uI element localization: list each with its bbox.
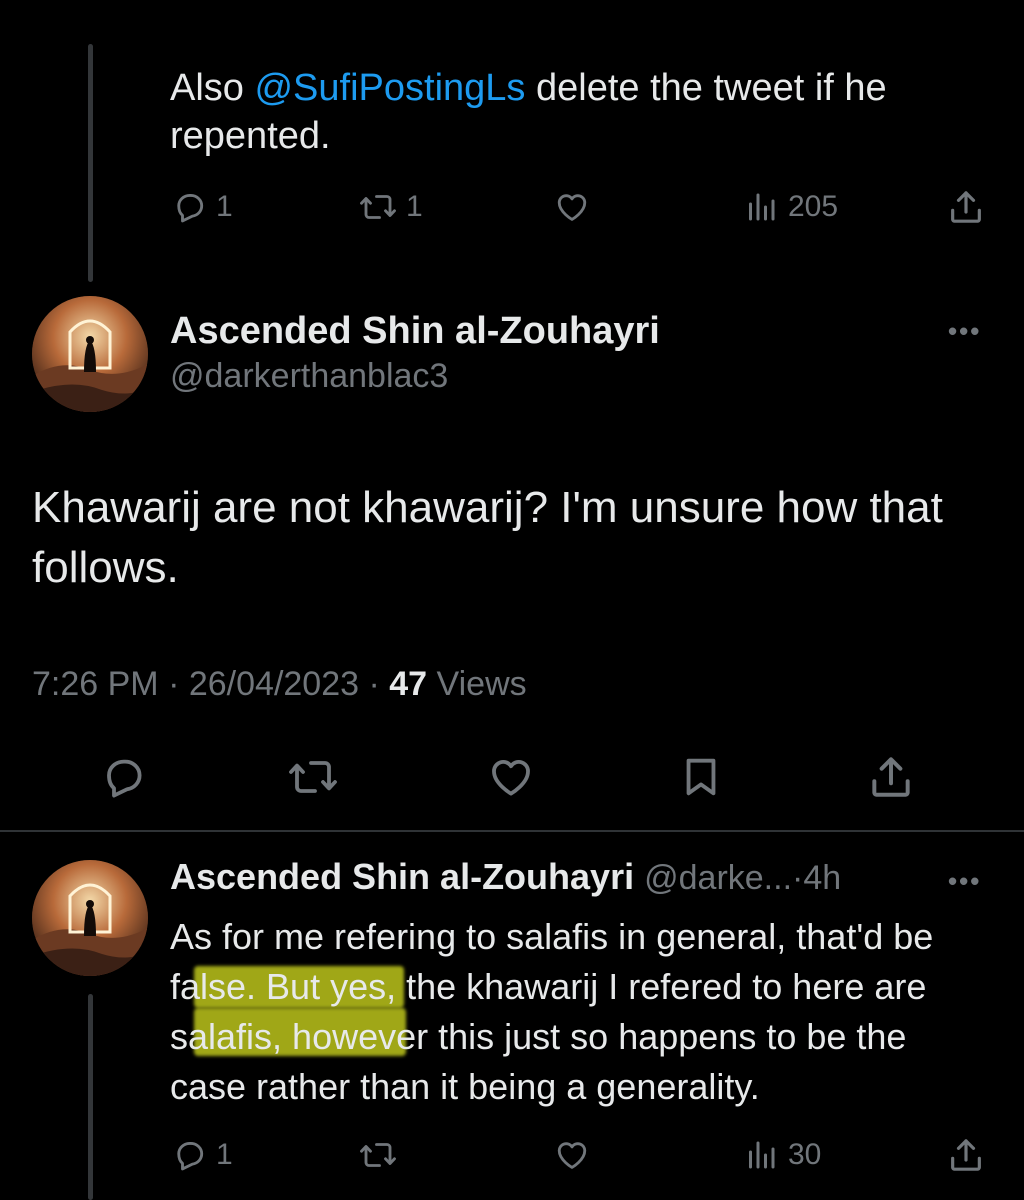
bookmark-icon [678, 753, 724, 801]
like-button[interactable] [553, 182, 591, 232]
retweet-icon [286, 753, 340, 801]
previous-tweet-text-before: Also [170, 67, 255, 109]
reply-button[interactable]: 1 [172, 1130, 233, 1180]
views-count: 47 [389, 665, 428, 703]
reply-icon [100, 753, 148, 801]
views-button[interactable]: 205 [742, 182, 838, 232]
meta-separator: · [168, 665, 180, 703]
bookmark-button[interactable] [678, 752, 724, 802]
views-count: 30 [788, 1138, 822, 1171]
reply-icon [172, 189, 208, 225]
reply-count: 1 [216, 190, 233, 223]
tweet-date[interactable]: 26/04/2023 [189, 665, 359, 703]
retweet-button[interactable] [286, 752, 340, 802]
views-count: 205 [788, 190, 839, 223]
like-button[interactable] [486, 752, 536, 802]
reply-tweet-header[interactable]: Ascended Shin al-Zouhayri @darke...·4h [170, 856, 841, 898]
reply-button[interactable] [100, 752, 148, 802]
more-icon[interactable]: ••• [948, 866, 981, 897]
author-handle[interactable]: @darke... [644, 859, 792, 897]
thread-connector-top [88, 44, 93, 282]
share-button[interactable] [866, 752, 916, 802]
avatar[interactable] [32, 860, 148, 976]
author-display-name[interactable]: Ascended Shin al-Zouhayri [170, 856, 634, 897]
mention-link[interactable]: @SufiPostingLs [254, 67, 525, 109]
previous-tweet-text: Also @SufiPostingLs delete the tweet if … [170, 64, 990, 160]
tweet-thread-view: Also @SufiPostingLs delete the tweet if … [0, 0, 1024, 1200]
views-icon [742, 1137, 780, 1173]
like-icon [486, 753, 536, 801]
share-icon [866, 752, 916, 802]
share-button[interactable] [946, 1130, 986, 1180]
retweet-icon [358, 189, 398, 225]
avatar[interactable] [32, 296, 148, 412]
previous-tweet-actions: 1 1 205 [0, 182, 1024, 232]
tweet-time-ago[interactable]: 4h [803, 859, 841, 897]
main-tweet-meta: 7:26 PM · 26/04/2023 · 47 Views [32, 665, 527, 704]
main-tweet-actions [0, 752, 1024, 802]
main-tweet-text: Khawarij are not khawarij? I'm unsure ho… [32, 483, 943, 592]
retweet-button[interactable]: 1 [358, 182, 423, 232]
like-button[interactable] [553, 1130, 591, 1180]
tweet-time[interactable]: 7:26 PM [32, 665, 159, 703]
meta-separator: · [368, 665, 380, 703]
share-button[interactable] [946, 182, 986, 232]
share-icon [946, 187, 986, 227]
reply-tweet-text: As for me refering to salafis in general… [170, 916, 934, 1107]
divider [0, 830, 1024, 832]
reply-icon [172, 1137, 208, 1173]
author-handle[interactable]: @darkerthanblac3 [170, 357, 660, 396]
retweet-count: 1 [406, 190, 423, 223]
views-label: Views [436, 665, 527, 703]
reply-count: 1 [216, 1138, 233, 1171]
reply-button[interactable]: 1 [172, 182, 233, 232]
retweet-button[interactable] [358, 1130, 398, 1180]
reply-tweet-actions: 1 30 [0, 1130, 1024, 1180]
views-button[interactable]: 30 [742, 1130, 821, 1180]
views-icon [742, 189, 780, 225]
more-icon[interactable]: ••• [948, 316, 981, 347]
author-display-name[interactable]: Ascended Shin al-Zouhayri [170, 310, 660, 353]
share-icon [946, 1135, 986, 1175]
like-icon [553, 189, 591, 225]
meta-separator: · [792, 859, 804, 897]
retweet-icon [358, 1137, 398, 1173]
like-icon [553, 1137, 591, 1173]
main-tweet-author[interactable]: Ascended Shin al-Zouhayri @darkerthanbla… [170, 310, 660, 396]
